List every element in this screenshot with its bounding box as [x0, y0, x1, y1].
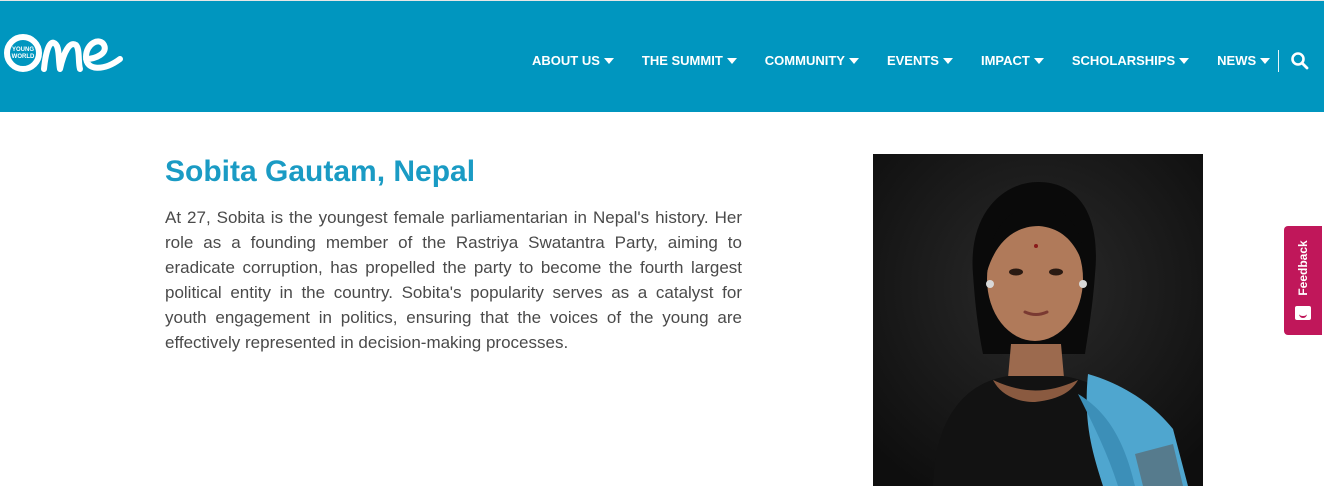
profile-bio: At 27, Sobita is the youngest female par… [165, 208, 742, 352]
profile-title: Sobita Gautam, Nepal [165, 155, 476, 188]
nav-events[interactable]: EVENTS [887, 53, 953, 68]
nav-community-label: COMMUNITY [764, 52, 845, 68]
nav-impact[interactable]: IMPACT [981, 53, 1044, 68]
main-nav: ABOUT US THE SUMMIT COMMUNITY EVENTS IMP… [532, 50, 1298, 70]
nav-the-summit[interactable]: THE SUMMIT [642, 53, 737, 68]
one-young-world-logo-icon: YOUNG WORLD [4, 34, 123, 72]
caret-down-icon [1260, 57, 1271, 64]
caret-down-icon [1033, 57, 1044, 64]
nav-divider [1278, 50, 1279, 72]
search-button[interactable] [1290, 51, 1310, 71]
site-header: YOUNG WORLD ABOUT US THE SUMMIT COMMUNIT… [0, 1, 1324, 112]
caret-down-icon [942, 57, 953, 64]
feedback-label: Feedback [1296, 240, 1310, 296]
nav-events-label: EVENTS [886, 52, 939, 68]
logo-small-text-2: WORLD [12, 54, 35, 60]
caret-down-icon [848, 57, 859, 64]
nav-about-us-label: ABOUT US [532, 52, 600, 68]
profile-photo [873, 154, 1203, 486]
nav-the-summit-label: THE SUMMIT [641, 52, 723, 68]
feedback-tab[interactable]: Feedback [1284, 226, 1322, 335]
nav-scholarships-label: SCHOLARSHIPS [1071, 52, 1176, 68]
search-icon [1291, 52, 1309, 70]
caret-down-icon [1179, 57, 1190, 64]
nav-impact-label: IMPACT [980, 52, 1030, 68]
smile-icon [1295, 306, 1311, 320]
nav-news[interactable]: NEWS [1217, 52, 1271, 68]
nav-news-label: NEWS [1217, 52, 1257, 68]
portrait-image [873, 154, 1203, 486]
site-logo[interactable]: YOUNG WORLD [4, 29, 124, 79]
logo-small-text-1: YOUNG [12, 47, 34, 53]
caret-down-icon [603, 57, 614, 64]
nav-community[interactable]: COMMUNITY [765, 53, 859, 68]
nav-about-us[interactable]: ABOUT US [532, 53, 614, 68]
nav-scholarships[interactable]: SCHOLARSHIPS [1071, 52, 1190, 68]
caret-down-icon [726, 57, 737, 64]
